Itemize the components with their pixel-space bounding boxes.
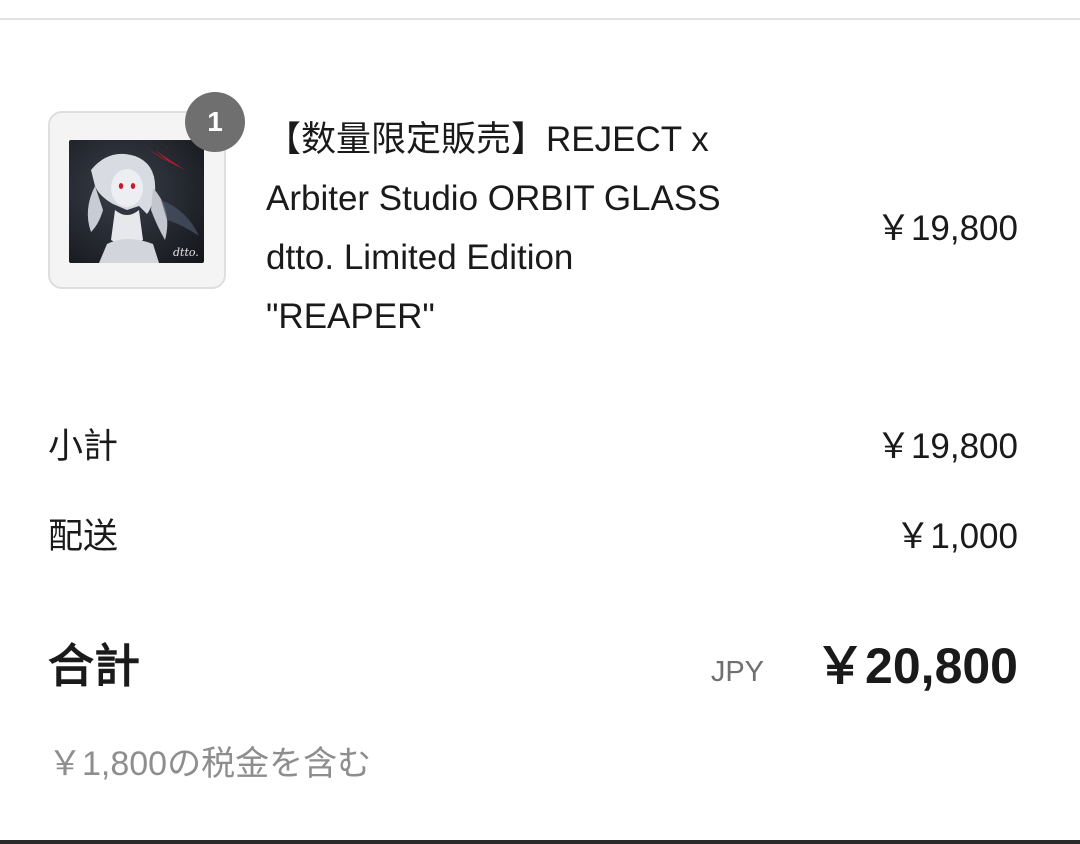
anime-artwork-image: dtto. bbox=[69, 140, 204, 263]
thumbnail-watermark: dtto. bbox=[173, 246, 199, 259]
subtotal-label: 小計 bbox=[48, 427, 119, 466]
subtotal-value: ￥19,800 bbox=[875, 427, 1018, 466]
quantity-badge: 1 bbox=[185, 92, 245, 152]
item-price: ￥19,800 bbox=[875, 209, 1018, 248]
shipping-label: 配送 bbox=[48, 517, 119, 556]
product-title-line: "REAPER" bbox=[266, 297, 435, 336]
bottom-divider bbox=[0, 840, 1080, 844]
product-title: 【数量限定販売】REJECT x Arbiter Studio ORBIT GL… bbox=[266, 110, 806, 346]
total-label: 合計 bbox=[48, 640, 140, 692]
product-title-line: dtto. Limited Edition bbox=[266, 238, 574, 277]
product-title-line: Arbiter Studio ORBIT GLASS bbox=[266, 179, 721, 218]
currency-code: JPY bbox=[710, 656, 764, 688]
shipping-value: ￥1,000 bbox=[895, 517, 1018, 556]
tax-note: ￥1,800の税金を含む bbox=[48, 745, 372, 783]
total-value: ￥20,800 bbox=[815, 638, 1018, 694]
top-divider bbox=[0, 18, 1080, 20]
product-title-line: 【数量限定販売】REJECT x bbox=[266, 120, 709, 159]
